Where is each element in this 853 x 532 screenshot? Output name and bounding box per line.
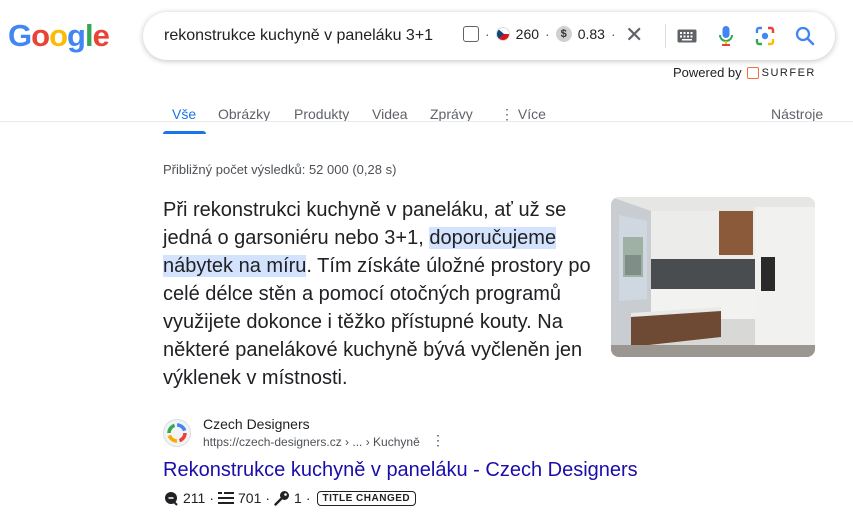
tab-news[interactable]: Zprávy	[430, 106, 473, 122]
search-icon[interactable]	[793, 24, 817, 48]
separator-dot: ·	[209, 490, 214, 506]
separator-dot: ·	[485, 26, 490, 42]
kitchen-thumbnail[interactable]	[611, 197, 815, 357]
result-stats: Přibližný počet výsledků: 52 000 (0,28 s…	[163, 162, 397, 177]
logo-letter: g	[67, 18, 86, 53]
separator-dot: ·	[265, 490, 271, 506]
metric-keywords: 1	[294, 490, 302, 506]
tab-all[interactable]: Vše	[172, 106, 196, 122]
word-count-icon	[218, 490, 234, 506]
seo-metrics: 211 · 701 · 1 · TITLE CHANGED	[163, 490, 417, 506]
featured-snippet-text: Při rekonstrukci kuchyně v paneláku, ať …	[163, 196, 593, 392]
search-box[interactable]: rekonstrukce kuchyně v paneláku 3+1 · 26…	[143, 12, 835, 60]
tab-products[interactable]: Produkty	[294, 106, 349, 122]
search-volume: 260	[515, 26, 540, 42]
logo-letter: G	[8, 18, 32, 53]
search-tabs: Vše Obrázky Produkty Videa Zprávy ⋮ Více…	[0, 106, 853, 122]
clear-search-icon[interactable]: ✕	[625, 23, 643, 47]
logo-letter: o	[49, 18, 68, 53]
separator-dot: ·	[610, 26, 616, 42]
cpc-value: 0.83	[577, 26, 605, 42]
divider	[665, 24, 666, 48]
surfer-logo[interactable]: SURFER	[746, 66, 816, 79]
czech-flag-icon	[495, 27, 510, 41]
metric-referring: 211	[183, 490, 206, 506]
google-logo[interactable]: Google	[8, 18, 110, 54]
logo-letter: e	[92, 18, 110, 53]
metric-words: 701	[238, 490, 262, 506]
tabs-divider	[0, 121, 853, 122]
tab-images[interactable]: Obrázky	[218, 106, 270, 122]
separator-dot: ·	[305, 490, 311, 506]
surfer-brand: SURFER	[761, 66, 816, 79]
search-input[interactable]: rekonstrukce kuchyně v paneláku 3+1	[164, 27, 433, 45]
key-icon	[274, 490, 290, 506]
logo-letter: l	[84, 18, 94, 53]
keyboard-icon[interactable]	[675, 24, 699, 48]
keyword-checkbox[interactable]	[463, 26, 479, 42]
keyword-metrics-widget: · 260 · $ 0.83 ·	[463, 26, 616, 42]
search-bubble-icon	[163, 490, 179, 506]
result-site-name[interactable]: Czech Designers	[203, 416, 310, 432]
title-changed-badge: TITLE CHANGED	[316, 490, 417, 506]
surfer-mark-icon	[746, 66, 759, 79]
tab-tools[interactable]: Nástroje	[771, 106, 823, 122]
tab-videos[interactable]: Videa	[372, 106, 408, 122]
powered-by-label: Powered by	[673, 65, 742, 80]
logo-letter: o	[31, 18, 50, 53]
powered-by-surfer: Powered by SURFER	[673, 65, 816, 80]
dollar-icon: $	[555, 26, 572, 42]
google-lens-icon[interactable]	[753, 24, 777, 48]
site-favicon[interactable]	[163, 419, 191, 447]
result-url[interactable]: https://czech-designers.cz › ... › Kuchy…	[203, 435, 420, 449]
separator-dot: ·	[545, 26, 550, 42]
microphone-icon[interactable]	[714, 24, 738, 48]
result-title-link[interactable]: Rekonstrukce kuchyně v paneláku - Czech …	[163, 459, 638, 482]
active-tab-indicator	[163, 131, 206, 134]
more-options-icon[interactable]: ⋮	[431, 432, 445, 449]
